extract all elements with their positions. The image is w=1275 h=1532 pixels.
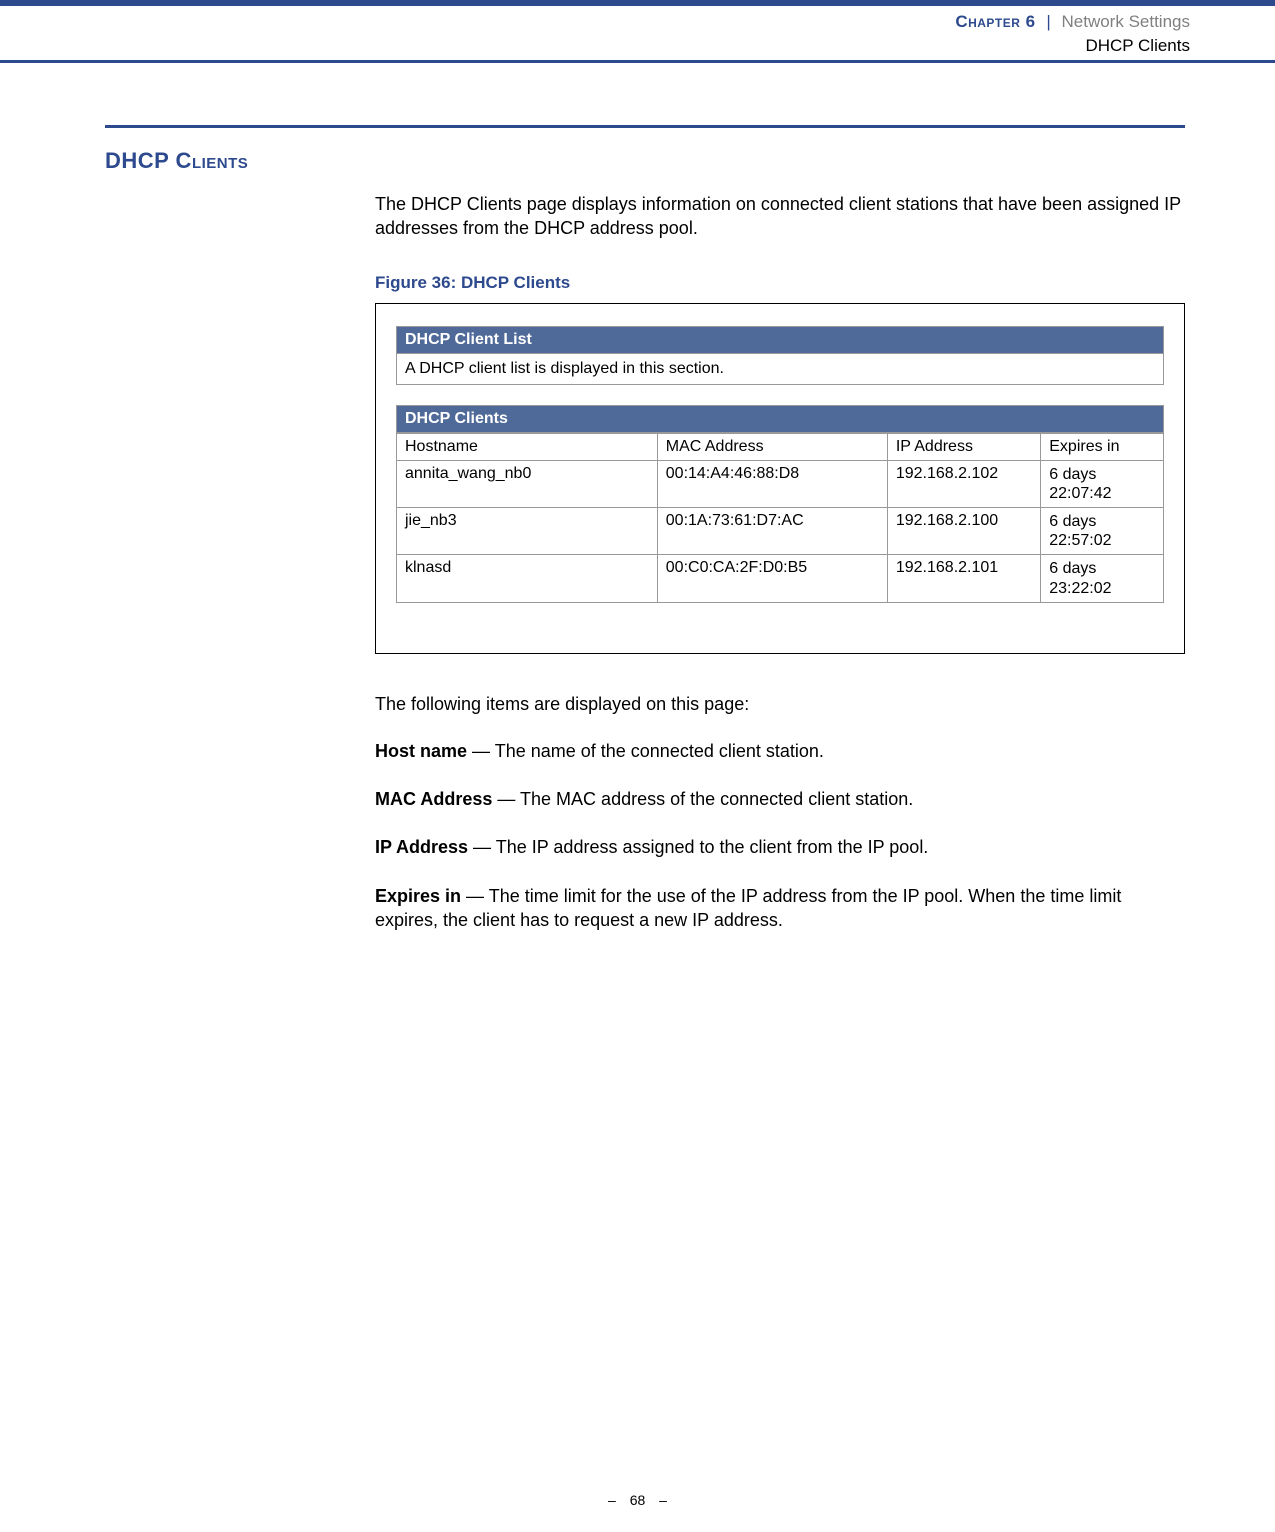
definition-term: MAC Address xyxy=(375,789,492,809)
header-rule xyxy=(0,60,1275,63)
cell-expires: 6 days 23:22:02 xyxy=(1041,555,1164,602)
definition-desc: — The IP address assigned to the client … xyxy=(468,837,928,857)
cell-mac: 00:14:A4:46:88:D8 xyxy=(657,460,887,507)
definition-desc: — The time limit for the use of the IP a… xyxy=(375,886,1121,930)
definition-item: Expires in — The time limit for the use … xyxy=(375,884,1185,933)
cell-mac: 00:C0:CA:2F:D0:B5 xyxy=(657,555,887,602)
table-header-row: Hostname MAC Address IP Address Expires … xyxy=(397,433,1164,460)
col-mac: MAC Address xyxy=(657,433,887,460)
definition-item: MAC Address — The MAC address of the con… xyxy=(375,787,1185,811)
definition-term: Expires in xyxy=(375,886,461,906)
page-number: 68 xyxy=(630,1492,646,1508)
content-rule xyxy=(105,125,1185,128)
definition-item: Host name — The name of the connected cl… xyxy=(375,739,1185,763)
main-content: The DHCP Clients page displays informati… xyxy=(375,192,1185,932)
definition-item: IP Address — The IP address assigned to … xyxy=(375,835,1185,859)
cell-ip: 192.168.2.100 xyxy=(887,507,1040,554)
table-row: jie_nb3 00:1A:73:61:D7:AC 192.168.2.100 … xyxy=(397,507,1164,554)
definition-desc: — The name of the connected client stati… xyxy=(467,741,824,761)
cell-mac: 00:1A:73:61:D7:AC xyxy=(657,507,887,554)
col-ip: IP Address xyxy=(887,433,1040,460)
table-row: klnasd 00:C0:CA:2F:D0:B5 192.168.2.101 6… xyxy=(397,555,1164,602)
definitions-list: Host name — The name of the connected cl… xyxy=(375,739,1185,932)
footer-dash-right: – xyxy=(649,1492,677,1508)
definition-term: Host name xyxy=(375,741,467,761)
chapter-label: Chapter 6 xyxy=(955,12,1035,31)
cell-expires: 6 days 22:57:02 xyxy=(1041,507,1164,554)
figure-screenshot: DHCP Client List A DHCP client list is d… xyxy=(375,303,1185,654)
page-footer: – 68 – xyxy=(0,1492,1275,1508)
cell-ip: 192.168.2.101 xyxy=(887,555,1040,602)
panel-dhcp-client-list-title: DHCP Client List xyxy=(396,326,1164,354)
panel-dhcp-client-list-desc: A DHCP client list is displayed in this … xyxy=(396,354,1164,385)
header-subtitle: DHCP Clients xyxy=(955,34,1190,58)
col-hostname: Hostname xyxy=(397,433,658,460)
header-title: Network Settings xyxy=(1062,12,1191,31)
figure-caption: Figure 36: DHCP Clients xyxy=(375,273,1185,293)
page-header: Chapter 6 | Network Settings DHCP Client… xyxy=(955,10,1190,58)
cell-expires: 6 days 22:07:42 xyxy=(1041,460,1164,507)
intro-paragraph: The DHCP Clients page displays informati… xyxy=(375,192,1185,241)
table-row: annita_wang_nb0 00:14:A4:46:88:D8 192.16… xyxy=(397,460,1164,507)
cell-hostname: klnasd xyxy=(397,555,658,602)
panel-dhcp-clients-title: DHCP Clients xyxy=(396,405,1164,433)
footer-dash-left: – xyxy=(598,1492,626,1508)
header-separator: | xyxy=(1040,12,1056,31)
followup-text: The following items are displayed on thi… xyxy=(375,694,1185,715)
definition-term: IP Address xyxy=(375,837,468,857)
dhcp-clients-table: Hostname MAC Address IP Address Expires … xyxy=(396,433,1164,603)
cell-hostname: jie_nb3 xyxy=(397,507,658,554)
cell-ip: 192.168.2.102 xyxy=(887,460,1040,507)
definition-desc: — The MAC address of the connected clien… xyxy=(492,789,913,809)
section-heading: DHCP Clients xyxy=(105,148,248,174)
cell-hostname: annita_wang_nb0 xyxy=(397,460,658,507)
col-expires: Expires in xyxy=(1041,433,1164,460)
top-bar xyxy=(0,0,1275,6)
